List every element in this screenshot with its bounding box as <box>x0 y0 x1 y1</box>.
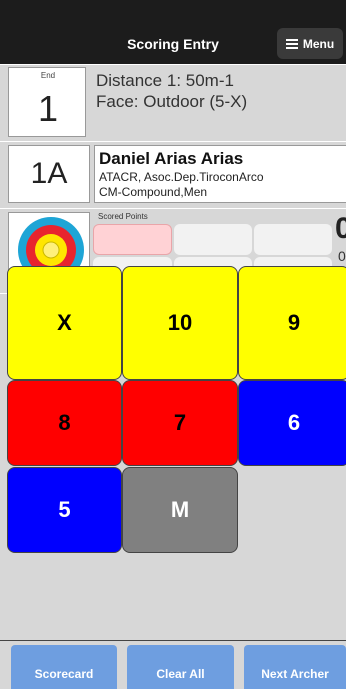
menu-label: Menu <box>302 36 335 51</box>
key-m[interactable]: M <box>122 467 238 553</box>
key-6[interactable]: 6 <box>238 380 346 466</box>
key-5[interactable]: 5 <box>7 467 122 553</box>
menu-button[interactable]: Menu <box>277 28 343 59</box>
key-x[interactable]: X <box>7 266 122 380</box>
scorecard-button[interactable]: Scorecard <box>11 645 117 689</box>
score-total: 0 <box>335 212 346 245</box>
key-9[interactable]: 9 <box>238 266 346 380</box>
face-text: Face: Outdoor (5-X) <box>96 92 248 111</box>
next-archer-button[interactable]: Next Archer <box>244 645 346 689</box>
distance-text: Distance 1: 50m-1 <box>96 71 234 90</box>
target-code: 1A <box>30 157 68 190</box>
archer-info-box: Daniel Arias Arias ATACR, Asoc.Dep.Tiroc… <box>94 145 346 203</box>
bottom-divider <box>0 640 346 641</box>
key-8[interactable]: 8 <box>7 380 122 466</box>
key-10[interactable]: 10 <box>122 266 238 380</box>
score-subtotal-1: 0 <box>338 248 346 264</box>
score-cell-1[interactable] <box>93 224 172 255</box>
score-cell-3[interactable] <box>254 224 332 255</box>
end-label: End <box>40 71 56 80</box>
hamburger-icon <box>285 39 298 49</box>
scored-points-label: Scored Points <box>98 212 148 221</box>
end-number: 1 <box>37 88 59 129</box>
archer-division: CM-Compound,Men <box>99 185 208 199</box>
target-box: 1A <box>8 145 90 203</box>
end-box: End 1 <box>8 67 86 137</box>
score-cell-2[interactable] <box>174 224 252 255</box>
archer-name: Daniel Arias Arias <box>99 149 244 168</box>
clear-all-button[interactable]: Clear All <box>127 645 234 689</box>
key-7[interactable]: 7 <box>122 380 238 466</box>
archer-club: ATACR, Asoc.Dep.TiroconArco <box>99 170 264 184</box>
